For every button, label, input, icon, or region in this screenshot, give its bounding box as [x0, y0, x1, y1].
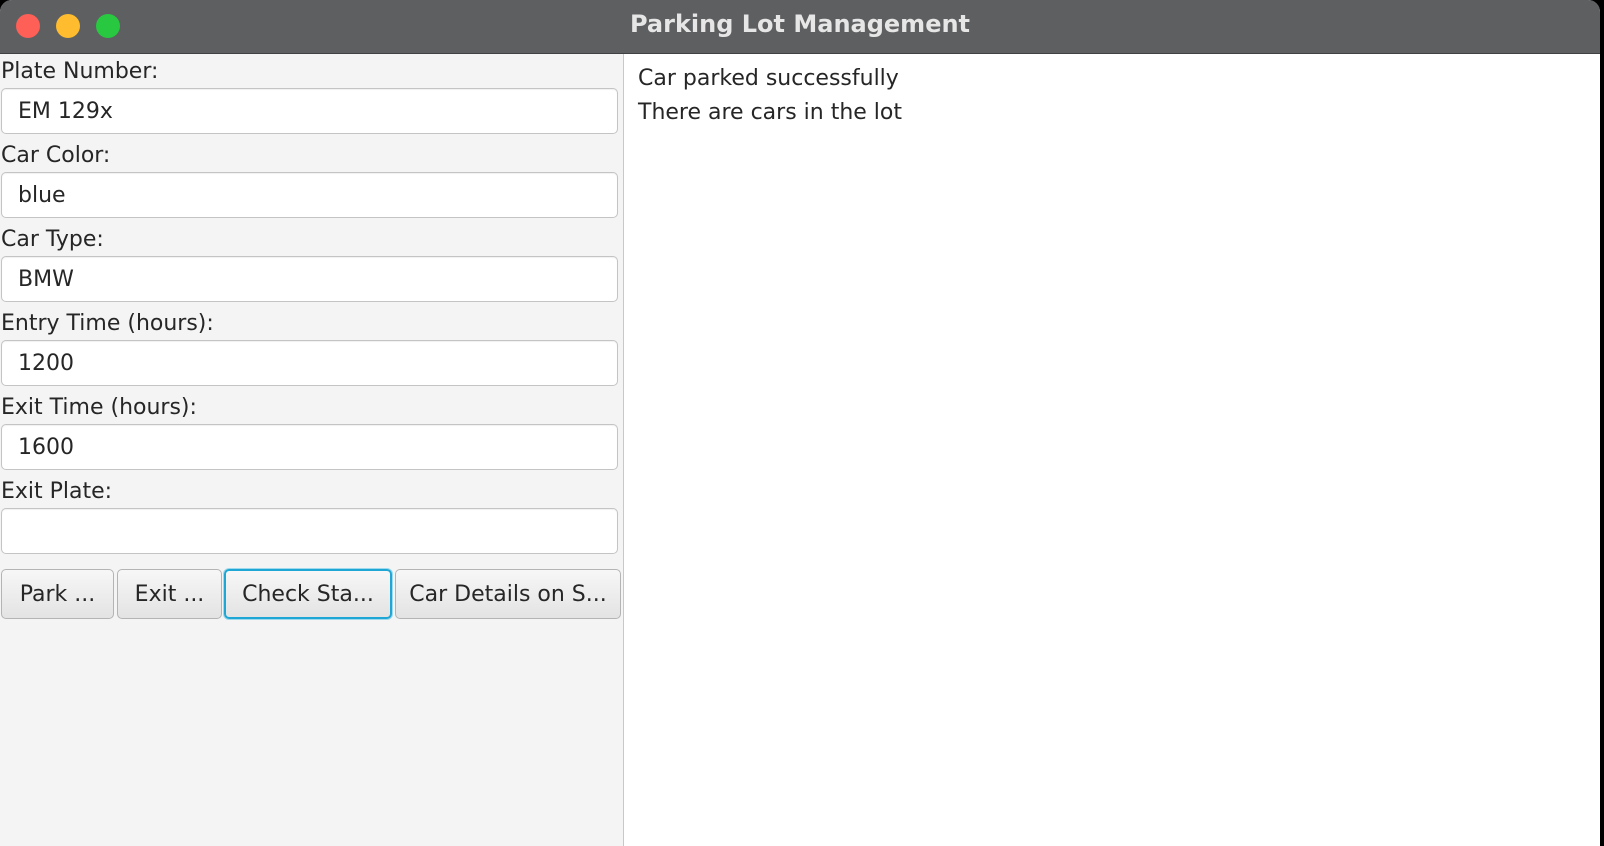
park-button[interactable]: Park ...: [1, 569, 114, 619]
exit-time-input[interactable]: [1, 424, 618, 470]
exit-time-label: Exit Time (hours):: [1, 395, 197, 420]
exit-plate-label: Exit Plate:: [1, 479, 113, 504]
entry-time-label: Entry Time (hours):: [1, 311, 214, 336]
car-type-input[interactable]: [1, 256, 618, 302]
app-window: Parking Lot Management Plate Number: Car…: [0, 0, 1600, 846]
car-details-button[interactable]: Car Details on S...: [395, 569, 621, 619]
exit-plate-input[interactable]: [1, 508, 618, 554]
form-panel: Plate Number: Car Color: Car Type: Entry…: [0, 54, 624, 846]
plate-number-label: Plate Number:: [1, 59, 159, 84]
output-line: There are cars in the lot: [638, 100, 902, 125]
output-area[interactable]: Car parked successfully There are cars i…: [624, 54, 1600, 846]
window-title: Parking Lot Management: [629, 10, 971, 38]
check-status-button[interactable]: Check Sta...: [224, 569, 392, 619]
title-bar[interactable]: Parking Lot Management: [0, 0, 1600, 54]
plate-number-input[interactable]: [1, 88, 618, 134]
exit-button[interactable]: Exit ...: [117, 569, 222, 619]
car-type-label: Car Type:: [1, 227, 104, 252]
output-line: Car parked successfully: [638, 66, 899, 91]
car-color-label: Car Color:: [1, 143, 111, 168]
car-color-input[interactable]: [1, 172, 618, 218]
entry-time-input[interactable]: [1, 340, 618, 386]
